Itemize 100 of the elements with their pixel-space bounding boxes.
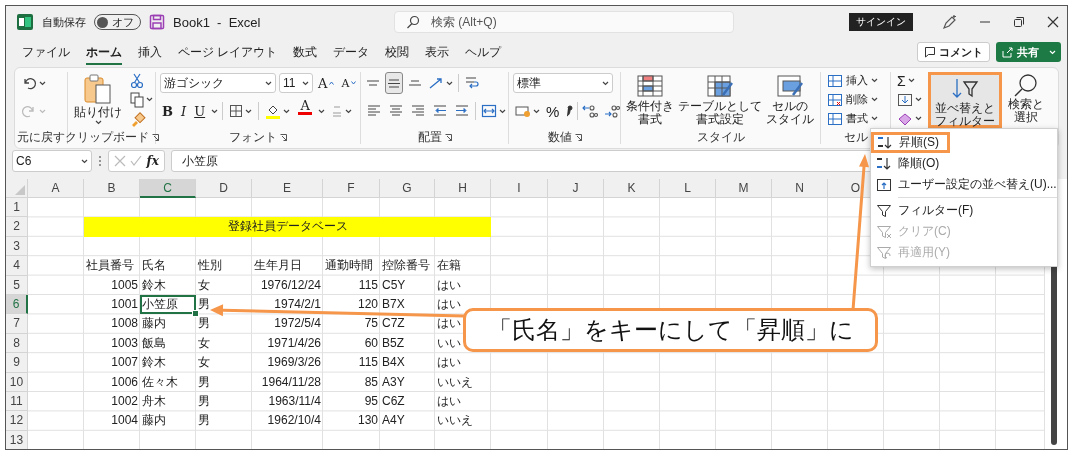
italic-button[interactable]: I [179,100,189,122]
column-header[interactable]: E [252,179,323,198]
group-label: スタイル [696,130,745,144]
table-cell-text: 75 [363,315,379,333]
percent-button[interactable]: % [544,100,562,122]
ribbon-tab[interactable]: データ [325,39,378,65]
conditional-format-button[interactable]: 条件付き 書式 [625,72,675,127]
table-cell-text: 1974/2/1 [273,295,322,313]
column-header[interactable]: L [660,179,716,198]
sort-filter-button[interactable]: 並べ替えと フィルター [928,72,1002,128]
row-header[interactable]: 8 [6,333,28,354]
format-cells-button[interactable]: 書式 [825,110,880,127]
table-cell-text: 性別 [197,257,223,275]
row-header[interactable]: 2 [6,217,28,237]
insert-function-button[interactable]: fx [146,154,159,168]
column-header[interactable]: M [716,179,772,198]
table-cell-text: 95 [363,392,379,410]
table-format-button[interactable]: テーブルとして 書式設定 [677,72,763,127]
table-cell: 小笠原 [140,294,196,315]
grow-font-button[interactable]: A [316,72,337,94]
find-select-button[interactable]: 検索と 選択 [1006,72,1046,128]
font-color-button[interactable]: A [296,100,315,122]
bold-button[interactable]: B [160,100,175,122]
ribbon-tab[interactable]: 表示 [417,39,458,65]
table-cell-text: 1004 [110,412,139,430]
table-cell-text: 通勤時間 [324,257,374,275]
table-cell-text: 控除番号 [381,257,431,275]
table-cell-text: はい [436,295,462,313]
ribbon-tab[interactable]: 校閲 [377,39,418,65]
title-banner: 登録社員データベース [84,217,491,237]
search-field[interactable]: 検索 (Alt+Q) [394,11,734,33]
group-label: 数値 [547,130,572,144]
table-cell-text: 60 [363,334,379,352]
row-header[interactable]: 1 [6,198,28,218]
table-cell-text: はい [436,315,462,333]
comment-button[interactable]: コメント [917,42,990,62]
table-cell-text: 在籍 [436,257,462,275]
table-cell-text: C6Z [381,392,406,410]
ribbon-tab[interactable]: ページ レイアウト [170,39,286,65]
table-cell-text: 藤内 [141,315,167,333]
column-header[interactable]: D [196,179,252,198]
number-format-dropdown[interactable]: 標準 [513,73,613,93]
table-cell-text: B7X [381,295,406,313]
column-header[interactable]: J [548,179,604,198]
table-cell-text: 男 [197,373,211,391]
row-header[interactable]: 11 [6,391,28,412]
ribbon-tab[interactable]: ファイル [14,39,78,65]
paste-button[interactable]: 貼り付け [72,72,124,126]
column-header[interactable]: C [140,179,196,198]
ribbon-tab[interactable]: 挿入 [130,39,170,65]
table-cell-text: 1008 [110,315,139,333]
row-header[interactable]: 12 [6,411,28,431]
table-cell-text: 1005 [110,276,139,294]
row-header[interactable]: 7 [6,314,28,334]
menu-item[interactable]: 昇順(S) [871,132,950,153]
table-cell-text: いい [436,334,462,352]
table-cell-text: 115 [357,276,379,294]
delete-cells-button[interactable]: 削除 [825,91,880,108]
row-header[interactable]: 6 [6,294,28,315]
row-header[interactable]: 9 [6,353,28,373]
cell-format-button[interactable]: セルの スタイル [765,72,815,127]
column-header[interactable]: B [84,179,140,198]
name-box[interactable]: C6 [12,150,92,172]
autosum-button[interactable]: Σ [895,72,924,89]
row-header[interactable]: 5 [6,275,28,295]
table-cell-text: C5Y [381,276,407,294]
column-header[interactable]: K [604,179,660,198]
font-name-dropdown[interactable]: 游ゴシック [160,73,276,93]
row-header[interactable]: 4 [6,256,28,276]
insert-cells-button[interactable]: 挿入 [825,72,880,89]
table-cell-text: 1003 [110,334,139,352]
table-cell-text: A4Y [381,412,406,430]
ribbon-tab[interactable]: ホーム [78,39,130,65]
row-header[interactable]: 3 [6,236,28,257]
column-header[interactable]: N [772,179,828,198]
column-header[interactable]: F [323,179,380,198]
table-cell-text: 1007 [110,354,139,372]
column-header[interactable]: G [380,179,435,198]
column-header[interactable]: H [435,179,491,198]
ribbon-tab[interactable]: 数式 [285,39,326,65]
underline-button[interactable]: U [192,100,208,122]
table-cell-text: 社員番号 [85,257,135,275]
ribbon-tab[interactable]: ヘルプ [457,39,510,65]
table-cell-text: C7Z [381,315,406,333]
sign-in-button[interactable]: サインイン [849,13,913,31]
shrink-font-button[interactable]: A [339,72,359,94]
column-header[interactable]: A [28,179,84,198]
font-size-dropdown[interactable]: 11 [279,73,313,93]
row-header[interactable]: 10 [6,372,28,392]
table-cell-text: 男 [197,412,211,430]
menu-item[interactable]: フィルター(F) [871,200,1057,221]
column-header[interactable]: I [491,179,548,198]
table-cell-text: 女 [197,334,211,352]
table-cell-text: 120 [356,295,379,313]
table-cell-text: はい [436,354,462,372]
table-cell-text: はい [436,392,462,410]
table-cell-text: 1971/4/26 [266,334,322,352]
share-button[interactable]: 共有 [996,42,1061,62]
table-cell-text: 舟木 [141,392,167,410]
table-cell-text: 1962/10/4 [266,412,322,430]
